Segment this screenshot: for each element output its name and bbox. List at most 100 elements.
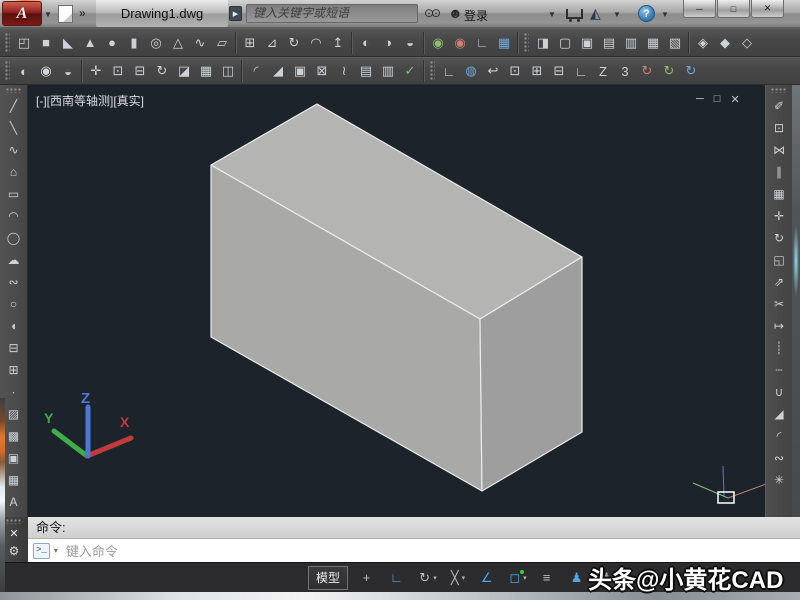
help-search-input[interactable]: 键入关键字或短语	[246, 4, 418, 23]
toolbar-grip[interactable]	[5, 61, 10, 81]
region-icon[interactable]: ▣	[2, 447, 26, 469]
extend-icon[interactable]: ↦	[767, 315, 791, 337]
exchange-store-icon[interactable]	[566, 9, 583, 19]
subtract-icon[interactable]: ◑	[377, 31, 399, 55]
imprint-icon[interactable]: ≀	[333, 59, 355, 83]
break-icon[interactable]: ┄	[767, 359, 791, 381]
validate-icon[interactable]: ✓	[399, 59, 421, 83]
pyramid-icon[interactable]: △	[167, 31, 189, 55]
help-icon[interactable]: ?	[638, 5, 655, 22]
ucs-origin-icon[interactable]: ∟	[570, 59, 592, 83]
visual-style-wireframe-icon[interactable]: ▣	[576, 31, 598, 55]
autodesk-360-icon[interactable]: ◭	[590, 6, 601, 21]
view-se-isometric-icon[interactable]: ◆	[714, 31, 736, 55]
sweep-icon[interactable]: ⊿	[261, 31, 283, 55]
mirror-icon[interactable]: ⋈	[767, 139, 791, 161]
erase-icon[interactable]: ✐	[767, 95, 791, 117]
ucs-display-icon[interactable]: ∟	[471, 31, 493, 55]
isometric-drafting-icon[interactable]: ╳▾	[443, 566, 473, 590]
lineweight-icon[interactable]: ≡	[533, 566, 563, 590]
gradient-icon[interactable]: ▩	[2, 425, 26, 447]
toolbar-grip[interactable]	[430, 61, 435, 81]
help-caret-icon[interactable]: ▼	[661, 10, 669, 19]
user-icon[interactable]: ☻	[448, 6, 463, 21]
hatch-icon[interactable]: ▨	[2, 403, 26, 425]
free-orbit-icon[interactable]: ◉	[449, 31, 471, 55]
table-icon[interactable]: ▦	[2, 469, 26, 491]
create-block-icon[interactable]: ⊞	[2, 359, 26, 381]
ucs-3point-icon[interactable]: 3	[614, 59, 636, 83]
wedge-icon[interactable]: ◣	[57, 31, 79, 55]
visual-style-hidden-icon[interactable]: ▤	[598, 31, 620, 55]
3d-array-icon[interactable]: ▦	[195, 59, 217, 83]
document-title[interactable]: Drawing1.dwg	[96, 0, 228, 27]
close-button[interactable]: ✕	[751, 0, 784, 18]
command-input[interactable]: >_ ▾ 键入命令	[28, 539, 800, 562]
object-snap-icon[interactable]: ◻▾	[503, 566, 533, 590]
3d-align-icon[interactable]: ⊟	[129, 59, 151, 83]
object-snap-tracking-icon[interactable]: ∠	[473, 566, 503, 590]
array-icon[interactable]: ▦	[767, 183, 791, 205]
copy-icon[interactable]: ⊡	[767, 117, 791, 139]
thicken-icon[interactable]: ▤	[355, 59, 377, 83]
world-ucs-icon[interactable]: ◍	[460, 59, 482, 83]
convert-to-solid-icon[interactable]: ▥	[377, 59, 399, 83]
toolbar-grip[interactable]	[5, 33, 10, 53]
drawing-close-button[interactable]: ✕	[730, 93, 739, 106]
presspull-icon[interactable]: ⊞	[239, 31, 261, 55]
arc-icon[interactable]: ◠	[2, 205, 26, 227]
ucs-z-axis-icon[interactable]: Z	[592, 59, 614, 83]
ucs-rotate-z-icon[interactable]: ↻	[680, 59, 702, 83]
offset-icon[interactable]: ∥	[767, 161, 791, 183]
sphere-icon[interactable]: ●	[101, 31, 123, 55]
visual-style-conceptual-icon[interactable]: ▦	[642, 31, 664, 55]
rectangle-icon[interactable]: ▭	[2, 183, 26, 205]
polar-tracking-icon[interactable]: ↻▾	[413, 566, 443, 590]
point-icon[interactable]: ∙	[2, 381, 26, 403]
visual-style-2d-wireframe-icon[interactable]: ▢	[554, 31, 576, 55]
slice-icon[interactable]: ◪	[173, 59, 195, 83]
box-icon[interactable]: ■	[35, 31, 57, 55]
revision-cloud-icon[interactable]: ☁	[2, 249, 26, 271]
wrench-customize-icon[interactable]: ⚙	[9, 544, 20, 558]
visual-style-shaded-icon[interactable]: ▧	[664, 31, 686, 55]
3d-copy-icon[interactable]: ⊡	[107, 59, 129, 83]
revolve-icon[interactable]: ↻	[283, 31, 305, 55]
quick-access-overflow-button[interactable]: »	[79, 6, 86, 20]
3d-mirror-icon[interactable]: ◫	[217, 59, 239, 83]
shell-icon[interactable]: ▣	[289, 59, 311, 83]
polysolid-icon[interactable]: ◰	[13, 31, 35, 55]
extrude-icon[interactable]: ↥	[327, 31, 349, 55]
command-prompt-caret-icon[interactable]: ▾	[54, 546, 58, 555]
ellipse-arc-icon[interactable]: ◖	[2, 315, 26, 337]
construction-line-icon[interactable]: ╲	[2, 117, 26, 139]
new-file-icon[interactable]	[58, 5, 73, 23]
toolbar-grip[interactable]	[771, 88, 787, 93]
application-menu-button[interactable]: A	[2, 1, 42, 26]
union-2-icon[interactable]: ◐	[13, 59, 35, 83]
minimize-button[interactable]: ─	[683, 0, 716, 18]
subtract-2-icon[interactable]: ◒	[57, 59, 79, 83]
planar-surface-icon[interactable]: ▱	[211, 31, 233, 55]
move-icon[interactable]: ✛	[767, 205, 791, 227]
scale-icon[interactable]: ◱	[767, 249, 791, 271]
line-icon[interactable]: ╱	[2, 95, 26, 117]
3d-rotate-icon[interactable]: ↻	[151, 59, 173, 83]
model-space-button[interactable]: 模型	[308, 566, 348, 590]
explode-icon[interactable]: ✳	[767, 469, 791, 491]
loft-icon[interactable]: ◠	[305, 31, 327, 55]
blend-curves-icon[interactable]: ∾	[767, 447, 791, 469]
search-icon[interactable]: ⊙⊙	[424, 6, 438, 21]
ucs-icon[interactable]: ∟	[438, 59, 460, 83]
ellipse-icon[interactable]: ○	[2, 293, 26, 315]
command-panel-grip[interactable]	[6, 519, 22, 524]
model-viewport[interactable]: Y X Z [-][西南等轴测][真实] ─ □ ✕	[28, 85, 765, 517]
ucs-object-icon[interactable]: ⊞	[526, 59, 548, 83]
torus-icon[interactable]: ◎	[145, 31, 167, 55]
maximize-button[interactable]: □	[717, 0, 750, 18]
3d-move-icon[interactable]: ✛	[85, 59, 107, 83]
ucs-rotate-y-icon[interactable]: ↻	[658, 59, 680, 83]
helix-icon[interactable]: ∿	[189, 31, 211, 55]
visual-style-realistic-icon[interactable]: ▥	[620, 31, 642, 55]
sign-in-button[interactable]: 登录	[464, 7, 488, 24]
